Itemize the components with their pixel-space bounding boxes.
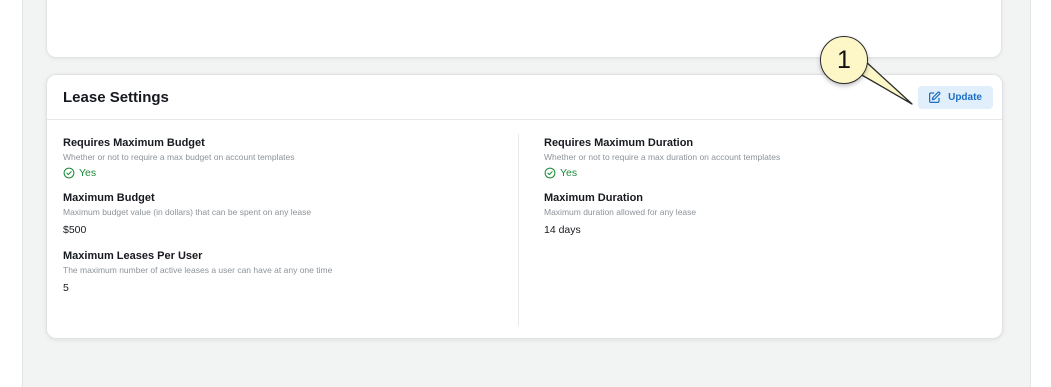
step-callout-badge: 1 (820, 36, 868, 84)
field-value: 14 days (544, 224, 581, 236)
check-circle-icon (544, 167, 556, 179)
status-value: Yes (63, 167, 503, 179)
field-value: 5 (63, 282, 69, 294)
field-label: Maximum Duration (544, 192, 644, 204)
status-text: Yes (560, 167, 578, 179)
card-body: Requires Maximum Budget Whether or not t… (47, 120, 1002, 339)
field-requires-max-budget: Requires Maximum Budget Whether or not t… (63, 136, 503, 179)
field-requires-max-duration: Requires Maximum Duration Whether or not… (544, 136, 964, 179)
card-title: Lease Settings (63, 88, 169, 106)
status-value: Yes (544, 167, 964, 179)
field-description: Whether or not to require a max duration… (544, 152, 781, 162)
field-label: Maximum Leases Per User (63, 250, 203, 262)
field-description: The maximum number of active leases a us… (63, 265, 333, 275)
field-description: Whether or not to require a max budget o… (63, 152, 295, 162)
step-number: 1 (837, 45, 851, 74)
field-value: $500 (63, 224, 87, 236)
update-button-label: Update (948, 91, 982, 103)
left-column: Requires Maximum Budget Whether or not t… (63, 136, 503, 307)
column-divider (518, 134, 519, 326)
edit-icon (929, 91, 941, 103)
update-button[interactable]: Update (918, 85, 993, 109)
status-text: Yes (79, 167, 97, 179)
field-label: Requires Maximum Duration (544, 137, 694, 149)
right-column: Requires Maximum Duration Whether or not… (544, 136, 964, 249)
field-max-duration: Maximum Duration Maximum duration allowe… (544, 191, 964, 237)
field-label: Requires Maximum Budget (63, 137, 205, 149)
lease-settings-card: Lease Settings Update Requires Maximum B… (46, 74, 1003, 339)
field-description: Maximum duration allowed for any lease (544, 207, 697, 217)
check-circle-icon (63, 167, 75, 179)
field-label: Maximum Budget (63, 192, 155, 204)
field-max-leases: Maximum Leases Per User The maximum numb… (63, 249, 503, 295)
card-header: Lease Settings Update (47, 75, 1002, 120)
field-max-budget: Maximum Budget Maximum budget value (in … (63, 191, 503, 237)
field-description: Maximum budget value (in dollars) that c… (63, 207, 312, 217)
